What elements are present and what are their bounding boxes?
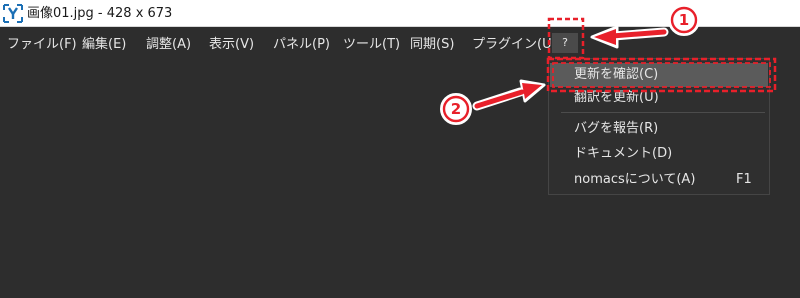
- window-title: 画像01.jpg - 428 x 673: [27, 6, 173, 21]
- menu-file[interactable]: ファイル(F): [7, 36, 77, 53]
- step-2-badge: 2: [440, 93, 472, 125]
- menu-item-about-nomacs[interactable]: nomacsについて(A) F1: [550, 168, 768, 192]
- menu-item-update-translation[interactable]: 翻訳を更新(U): [550, 86, 768, 110]
- menu-tools[interactable]: ツール(T): [343, 36, 400, 53]
- svg-text:2: 2: [451, 100, 461, 118]
- nomacs-app-icon: [3, 4, 23, 23]
- menu-item-label: バグを報告(R): [574, 121, 659, 136]
- help-dropdown-menu: 更新を確認(C) 翻訳を更新(U) バグを報告(R) ドキュメント(D) nom…: [548, 58, 770, 195]
- menu-item-label: 更新を確認(C): [574, 67, 659, 82]
- menu-item-report-bug[interactable]: バグを報告(R): [550, 117, 768, 141]
- title-bar: 画像01.jpg - 428 x 673: [0, 0, 800, 27]
- menu-panels[interactable]: パネル(P): [273, 36, 330, 53]
- menu-item-documentation[interactable]: ドキュメント(D): [550, 142, 768, 166]
- menu-item-label: nomacsについて(A): [574, 172, 696, 187]
- menu-separator: [561, 112, 765, 113]
- menu-item-label: 翻訳を更新(U): [574, 90, 659, 105]
- menu-edit[interactable]: 編集(E): [82, 36, 126, 53]
- menu-plugins[interactable]: プラグイン(U): [472, 36, 557, 53]
- menu-item-shortcut: F1: [736, 172, 752, 187]
- pointer-arrow-icon: [472, 79, 546, 111]
- menu-help[interactable]: ?: [552, 33, 578, 53]
- menu-view[interactable]: 表示(V): [209, 36, 254, 53]
- menu-sync[interactable]: 同期(S): [410, 36, 454, 53]
- menu-adjust[interactable]: 調整(A): [146, 36, 191, 53]
- menu-item-label: ドキュメント(D): [574, 146, 673, 161]
- menu-item-check-updates[interactable]: 更新を確認(C): [550, 63, 768, 87]
